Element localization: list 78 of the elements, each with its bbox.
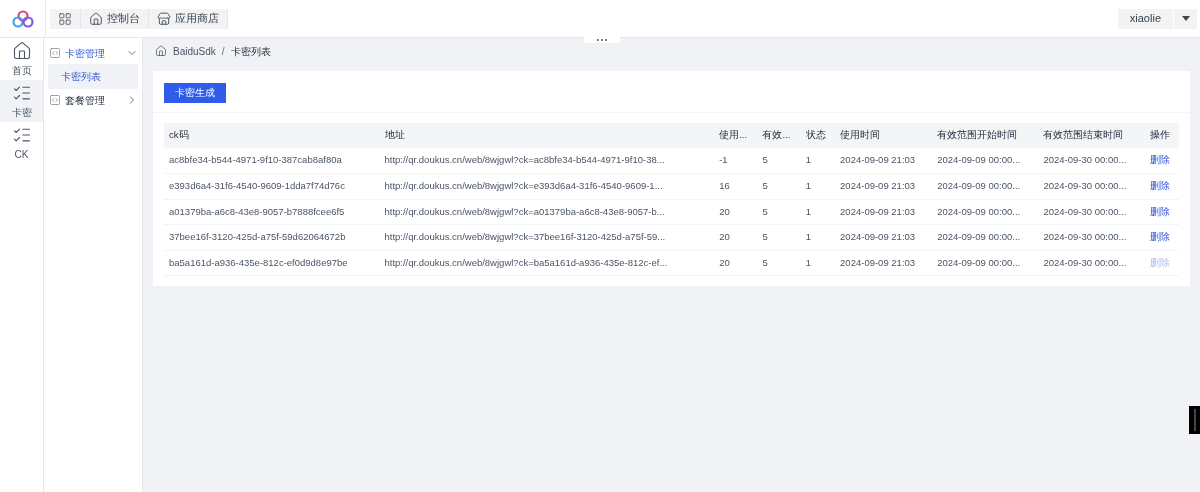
logo-icon — [11, 9, 34, 28]
delete-link[interactable]: 删除 — [1149, 230, 1170, 245]
table-cell: 2024-09-09 00:00... — [932, 148, 1039, 174]
home-icon — [155, 45, 167, 57]
table-cell: 1 — [800, 224, 836, 250]
column-header: 操作 — [1144, 123, 1179, 148]
column-header: 使用... — [714, 123, 758, 148]
table-cell: 2024-09-30 00:00... — [1038, 173, 1145, 199]
menu-item[interactable]: 卡密列表 — [48, 64, 138, 89]
table-cell: e393d6a4-31f6-4540-9609-1dda7f74d76c — [164, 173, 380, 199]
home-icon — [89, 11, 103, 26]
table-cell: 5 — [757, 224, 801, 250]
user-menu-button[interactable] — [1174, 8, 1197, 29]
delete-link[interactable]: 删除 — [1149, 204, 1170, 219]
code-icon — [49, 47, 61, 59]
delete-link[interactable]: 删除 — [1149, 179, 1170, 194]
table-cell: 1 — [800, 250, 836, 276]
table-cell: 2024-09-09 00:00... — [932, 173, 1039, 199]
column-header: 状态 — [800, 123, 836, 148]
table-cell: 2024-09-30 00:00... — [1038, 148, 1145, 174]
column-header: ck码 — [164, 123, 380, 148]
table-cell: ac8bfe34-b544-4971-9f10-387cab8af80a — [164, 148, 380, 174]
column-header: 有效范围结束时间 — [1038, 123, 1145, 148]
table-cell: http://qr.doukus.cn/web/8wjgwl?ck=ba5a161d-a936-435e-812c-ef... — [379, 250, 715, 276]
nav-tab[interactable]: 应用商店 — [149, 8, 228, 29]
column-header: 地址 — [379, 123, 715, 148]
table-cell: 16 — [714, 173, 758, 199]
rail-item[interactable]: 首页 — [0, 38, 43, 80]
rail-item[interactable]: CK — [0, 122, 43, 164]
table-cell: 2024-09-30 00:00... — [1038, 224, 1145, 250]
table-cell: 20 — [714, 199, 758, 225]
table-cell: http://qr.doukus.cn/web/8wjgwl?ck=a01379ba-a6c8-43e8-9057-b... — [379, 199, 715, 225]
table-cell: 1 — [800, 148, 836, 174]
column-header: 有效... — [757, 123, 801, 148]
table-cell: 2024-09-30 00:00... — [1038, 199, 1145, 225]
code-icon — [49, 94, 61, 106]
menu-group[interactable]: 套餐管理 — [48, 89, 138, 111]
menu-group[interactable]: 卡密管理 — [48, 42, 138, 64]
table-cell: 2024-09-09 00:00... — [932, 250, 1039, 276]
collapse-handle[interactable] — [584, 37, 620, 43]
column-header: 使用时间 — [835, 123, 933, 148]
table-cell: ba5a161d-a936-435e-812c-ef0d9d8e97be — [164, 250, 380, 276]
table-cell: 37bee16f-3120-425d-a75f-59d62064672b — [164, 224, 380, 250]
table-cell: 20 — [714, 250, 758, 276]
table-cell: 20 — [714, 224, 758, 250]
table-cell: 2024-09-09 21:03 — [835, 148, 933, 174]
table-cell: 2024-09-30 00:00... — [1038, 250, 1145, 276]
table-cell: 2024-09-09 21:03 — [835, 250, 933, 276]
rail-item[interactable]: 卡密 — [0, 80, 43, 122]
table-cell: 5 — [757, 199, 801, 225]
breadcrumb-separator: / — [221, 44, 225, 59]
table-cell: http://qr.doukus.cn/web/8wjgwl?ck=37bee16f-3120-425d-a75f-59... — [379, 224, 715, 250]
table-cell: 5 — [757, 148, 801, 174]
store-icon — [157, 11, 171, 26]
grid-icon — [58, 11, 72, 26]
nav-tab[interactable]: 控制台 — [81, 8, 149, 29]
side-handle[interactable] — [1189, 406, 1200, 434]
caret-icon — [1181, 16, 1190, 21]
table-cell: 5 — [757, 173, 801, 199]
delete-link[interactable]: 删除 — [1149, 153, 1170, 168]
table-cell: 2024-09-09 00:00... — [932, 224, 1039, 250]
table-cell: 2024-09-09 00:00... — [932, 199, 1039, 225]
table-cell: 1 — [800, 173, 836, 199]
table-cell: 2024-09-09 21:03 — [835, 199, 933, 225]
table-cell: http://qr.doukus.cn/web/8wjgwl?ck=e393d6a4-31f6-4540-9609-1... — [379, 173, 715, 199]
table-cell: http://qr.doukus.cn/web/8wjgwl?ck=ac8bfe34-b544-4971-9f10-38... — [379, 148, 715, 174]
column-header: 有效范围开始时间 — [932, 123, 1039, 148]
table-cell: 2024-09-09 21:03 — [835, 173, 933, 199]
breadcrumb-item[interactable]: BaiduSdk — [173, 43, 216, 59]
home-icon — [11, 40, 32, 61]
table-cell: -1 — [714, 148, 758, 174]
table-cell: a01379ba-a6c8-43e8-9057-b7888fcee6f5 — [164, 199, 380, 225]
user-button[interactable]: xiaolie — [1117, 8, 1173, 29]
table-cell: 2024-09-09 21:03 — [835, 224, 933, 250]
table-cell: 5 — [757, 250, 801, 276]
table-cell: 1 — [800, 199, 836, 225]
breadcrumb-item: 卡密列表 — [230, 44, 271, 59]
generate-button[interactable]: 卡密生成 — [164, 82, 226, 103]
